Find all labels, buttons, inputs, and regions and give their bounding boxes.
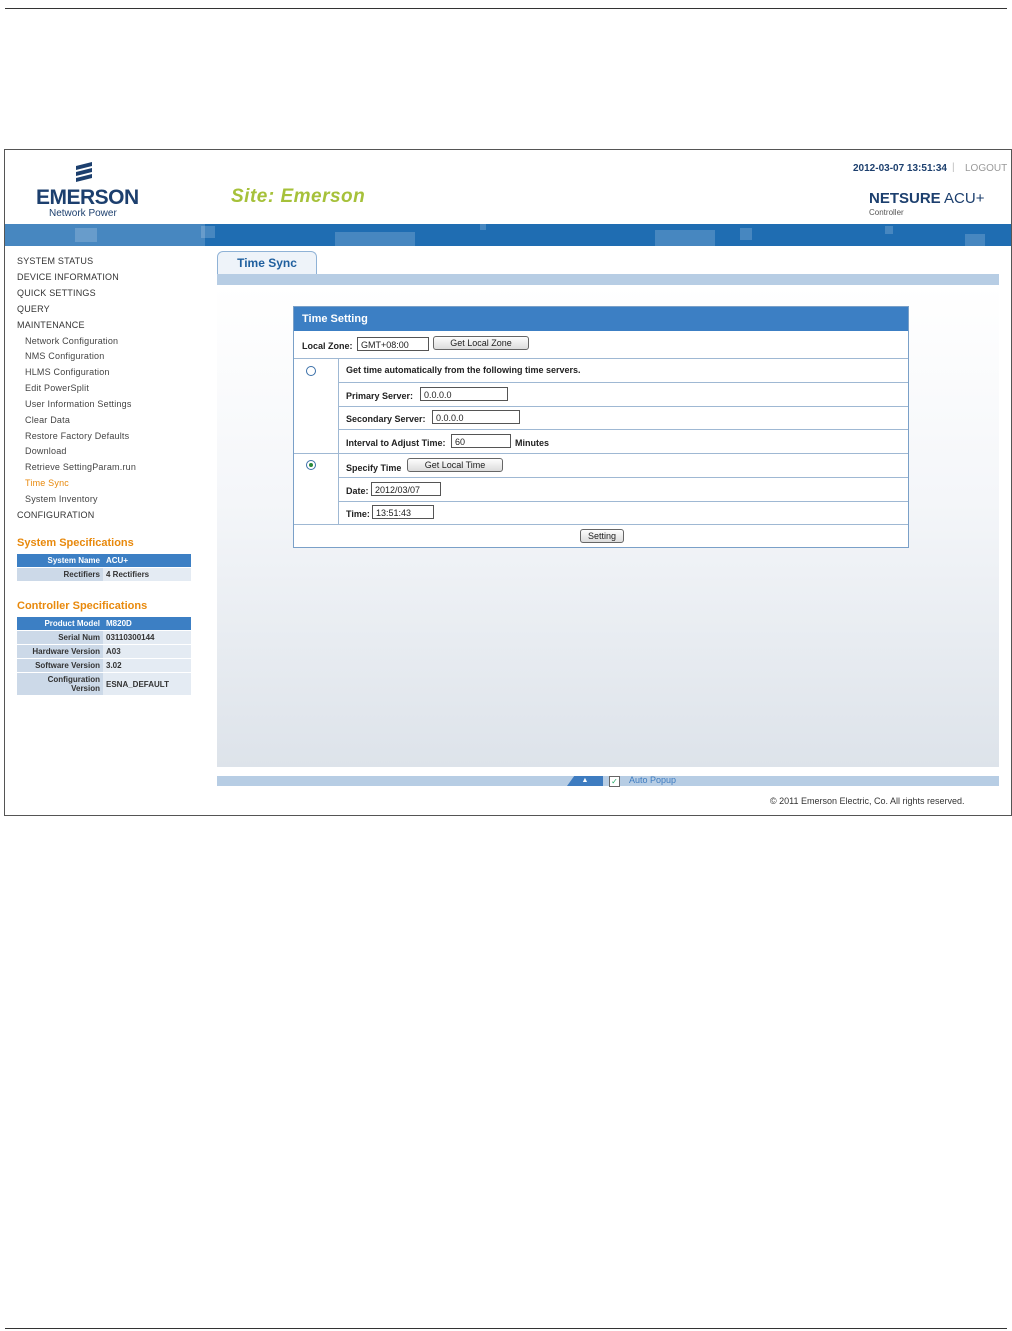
spec-key: Rectifiers bbox=[17, 567, 103, 582]
header-datetime: 2012-03-07 13:51:34 bbox=[853, 163, 947, 174]
spec-value: 03110300144 bbox=[103, 630, 191, 645]
system-spec-table: System Name ACU+ Rectifiers 4 Rectifiers bbox=[17, 554, 191, 582]
tab-bar bbox=[217, 274, 999, 285]
page-top-rule bbox=[5, 8, 1007, 9]
nav-maintenance[interactable]: MAINTENANCE bbox=[17, 320, 85, 330]
product-name: NETSURE bbox=[869, 190, 941, 207]
brand-name: EMERSON bbox=[36, 186, 139, 209]
site-title: Site: Emerson bbox=[231, 186, 366, 207]
secondary-server-label: Secondary Server: bbox=[346, 414, 426, 424]
product-model: ACU+ bbox=[944, 190, 985, 207]
panel-title: Time Setting bbox=[294, 307, 908, 331]
emerson-logo-icon bbox=[76, 162, 92, 182]
table-row: Software Version 3.02 bbox=[17, 658, 191, 673]
nav-hlms-configuration[interactable]: HLMS Configuration bbox=[25, 367, 110, 377]
nav-configuration[interactable]: CONFIGURATION bbox=[17, 510, 94, 520]
footer-bar bbox=[217, 776, 999, 786]
tab-time-sync[interactable]: Time Sync bbox=[217, 251, 317, 275]
setting-button[interactable]: Setting bbox=[580, 529, 624, 543]
spec-value: A03 bbox=[103, 644, 191, 659]
local-zone-label: Local Zone: bbox=[302, 341, 353, 351]
nav-clear-data[interactable]: Clear Data bbox=[25, 415, 70, 425]
spec-value: 4 Rectifiers bbox=[103, 567, 191, 582]
nav-system-inventory[interactable]: System Inventory bbox=[25, 494, 98, 504]
product-subtitle: Controller bbox=[869, 208, 904, 217]
get-local-time-button[interactable]: Get Local Time bbox=[407, 458, 503, 472]
nav-device-information[interactable]: DEVICE INFORMATION bbox=[17, 272, 119, 282]
auto-time-label: Get time automatically from the followin… bbox=[346, 365, 581, 375]
interval-input[interactable]: 60 bbox=[451, 434, 511, 448]
header-band bbox=[5, 224, 1011, 246]
controller-spec-table: Product Model M820D Serial Num 031103001… bbox=[17, 617, 191, 696]
secondary-server-input[interactable]: 0.0.0.0 bbox=[432, 410, 520, 424]
nav-time-sync[interactable]: Time Sync bbox=[25, 478, 69, 488]
header-separator: | bbox=[952, 162, 955, 173]
spec-key: Serial Num bbox=[17, 630, 103, 645]
auto-time-radio[interactable] bbox=[306, 366, 316, 376]
copyright-text: © 2011 Emerson Electric, Co. All rights … bbox=[770, 796, 965, 806]
nav-retrieve-settingparam[interactable]: Retrieve SettingParam.run bbox=[25, 462, 136, 472]
auto-popup-label[interactable]: Auto Popup bbox=[629, 775, 676, 785]
minutes-label: Minutes bbox=[515, 438, 550, 448]
nav-nms-configuration[interactable]: NMS Configuration bbox=[25, 351, 104, 361]
date-input[interactable]: 2012/03/07 bbox=[371, 482, 441, 496]
controller-spec-title: Controller Specifications bbox=[17, 600, 148, 612]
page-bottom-rule bbox=[5, 1328, 1007, 1329]
table-row: System Name ACU+ bbox=[17, 554, 191, 568]
spec-value: M820D bbox=[103, 617, 191, 631]
time-setting-panel: Time Setting Local Zone: GMT+08:00 Get L… bbox=[293, 306, 909, 548]
table-row: Serial Num 03110300144 bbox=[17, 630, 191, 645]
nav-quick-settings[interactable]: QUICK SETTINGS bbox=[17, 288, 96, 298]
time-label: Time: bbox=[346, 509, 370, 519]
date-label: Date: bbox=[346, 486, 369, 496]
spec-value: 3.02 bbox=[103, 658, 191, 673]
time-input[interactable]: 13:51:43 bbox=[372, 505, 434, 519]
spec-value: ACU+ bbox=[103, 554, 191, 568]
system-spec-title: System Specifications bbox=[17, 537, 134, 549]
spec-key: System Name bbox=[17, 554, 103, 568]
browser-window: EMERSON Network Power Site: Emerson 2012… bbox=[4, 149, 1012, 816]
table-row: Product Model M820D bbox=[17, 617, 191, 631]
specify-time-radio[interactable] bbox=[306, 460, 316, 470]
interval-label: Interval to Adjust Time: bbox=[346, 438, 446, 448]
nav-network-configuration[interactable]: Network Configuration bbox=[25, 336, 118, 346]
brand-subtitle: Network Power bbox=[49, 208, 117, 219]
spec-value: ESNA_DEFAULT bbox=[103, 672, 191, 696]
specify-time-label: Specify Time bbox=[346, 463, 402, 473]
spec-key: Configuration Version bbox=[17, 672, 103, 696]
nav-download[interactable]: Download bbox=[25, 446, 67, 456]
spec-key: Hardware Version bbox=[17, 644, 103, 659]
auto-popup-checkbox[interactable]: ✓ bbox=[609, 776, 620, 787]
logout-link[interactable]: LOGOUT bbox=[965, 163, 1007, 174]
local-zone-input[interactable]: GMT+08:00 bbox=[357, 337, 429, 351]
nav-system-status[interactable]: SYSTEM STATUS bbox=[17, 256, 93, 266]
table-row: Configuration Version ESNA_DEFAULT bbox=[17, 672, 191, 696]
nav-user-information-settings[interactable]: User Information Settings bbox=[25, 399, 132, 409]
nav-restore-factory-defaults[interactable]: Restore Factory Defaults bbox=[25, 431, 129, 441]
emerson-logo: EMERSON Network Power bbox=[31, 160, 141, 220]
spec-key: Software Version bbox=[17, 658, 103, 673]
nav-query[interactable]: QUERY bbox=[17, 304, 50, 314]
product-logo: NETSURE ACU+ bbox=[869, 190, 984, 207]
primary-server-label: Primary Server: bbox=[346, 391, 414, 401]
primary-server-input[interactable]: 0.0.0.0 bbox=[420, 387, 508, 401]
table-row: Rectifiers 4 Rectifiers bbox=[17, 567, 191, 582]
nav-edit-powersplit[interactable]: Edit PowerSplit bbox=[25, 383, 89, 393]
get-local-zone-button[interactable]: Get Local Zone bbox=[433, 336, 529, 350]
spec-key: Product Model bbox=[17, 617, 103, 631]
header: EMERSON Network Power Site: Emerson 2012… bbox=[5, 150, 1011, 224]
table-row: Hardware Version A03 bbox=[17, 644, 191, 659]
